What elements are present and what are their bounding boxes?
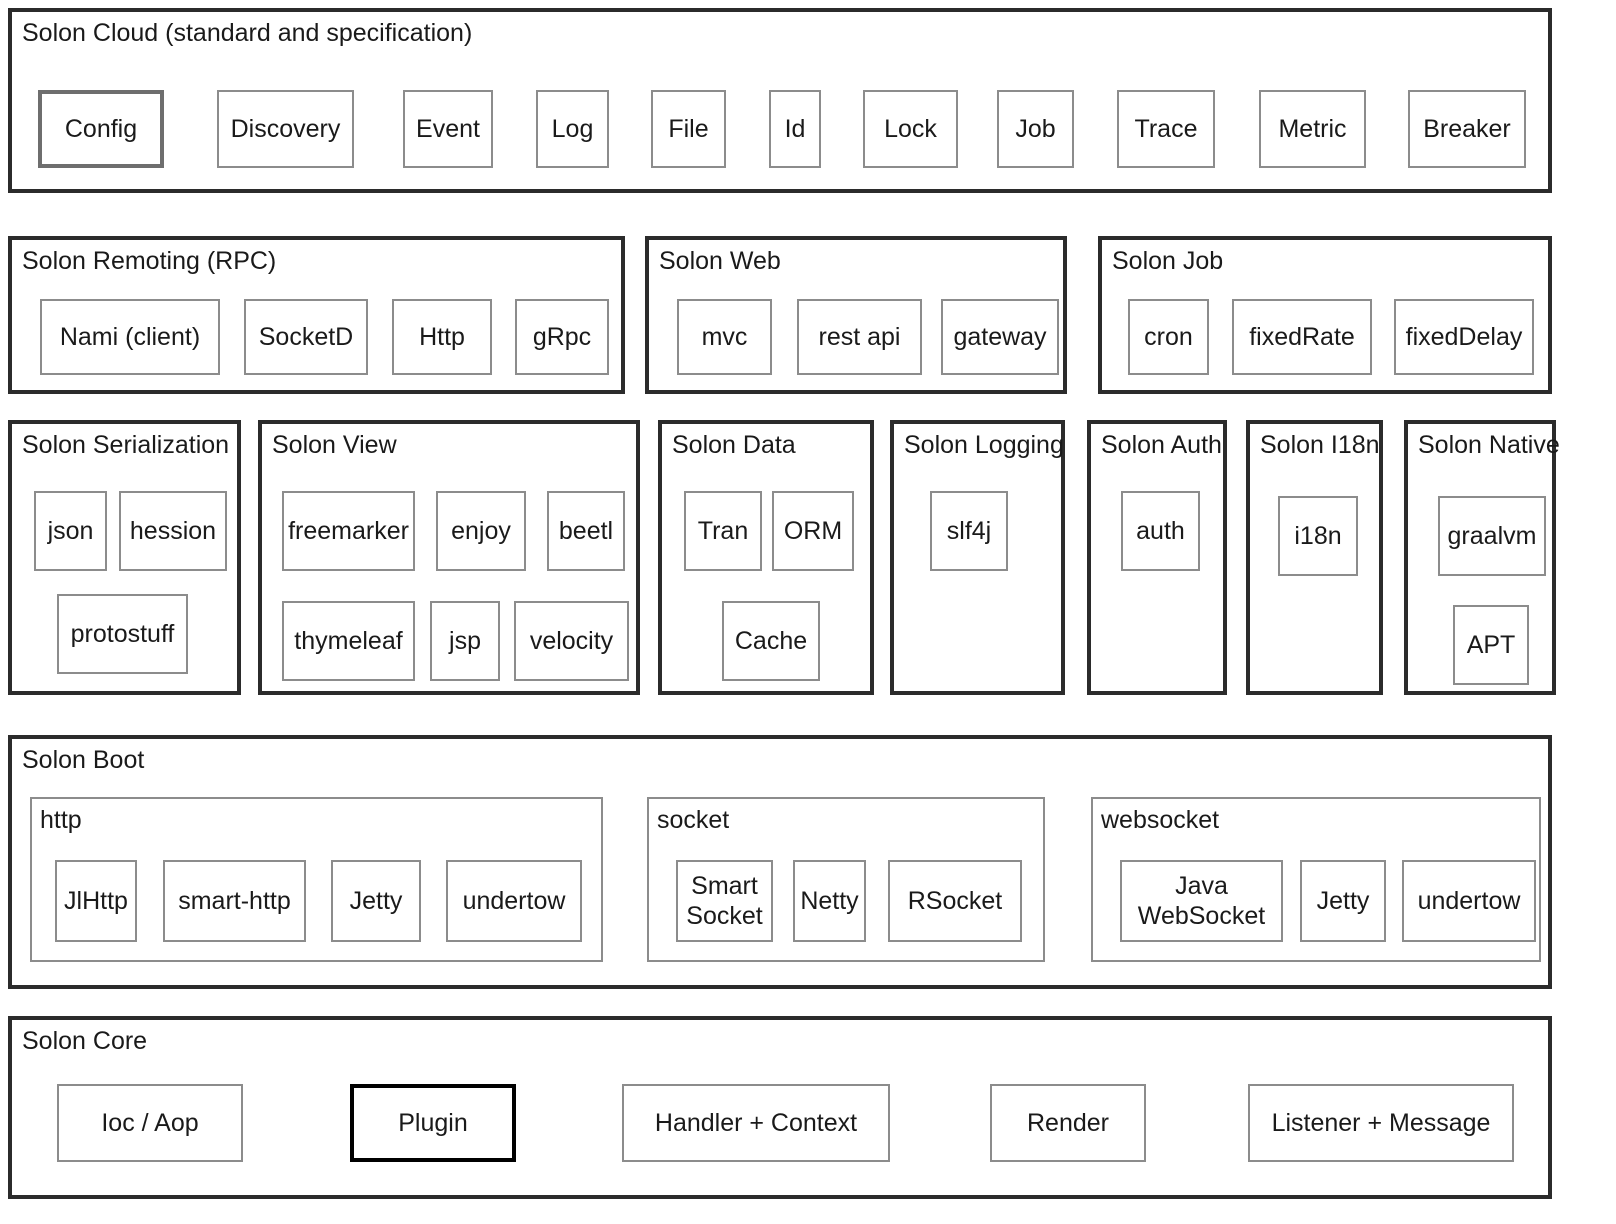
subgroup-title-websocket: websocket [1101,806,1220,834]
node-mvc[interactable]: mvc [677,299,772,375]
node-fixeddelay[interactable]: fixedDelay [1394,299,1534,375]
group-title-solon-boot: Solon Boot [22,746,145,774]
group-solon-boot: Solon Boot http JlHttp smart-http Jetty … [8,735,1552,989]
group-title-solon-core: Solon Core [22,1027,148,1055]
subgroup-socket: socket Smart Socket Netty RSocket [647,797,1045,962]
group-solon-remoting: Solon Remoting (RPC) Nami (client) Socke… [8,236,625,394]
group-title-solon-job: Solon Job [1112,247,1224,275]
node-fixedrate[interactable]: fixedRate [1232,299,1372,375]
subgroup-http: http JlHttp smart-http Jetty undertow [30,797,603,962]
node-netty[interactable]: Netty [793,860,866,942]
node-listener-message[interactable]: Listener + Message [1248,1084,1514,1162]
node-velocity[interactable]: velocity [514,601,629,681]
group-title-solon-auth: Solon Auth [1101,431,1222,459]
group-title-solon-serialization: Solon Serialization [22,431,230,459]
node-file[interactable]: File [651,90,726,168]
node-discovery[interactable]: Discovery [217,90,354,168]
group-solon-view: Solon View freemarker enjoy beetl thymel… [258,420,640,695]
node-handler-context[interactable]: Handler + Context [622,1084,890,1162]
node-cache[interactable]: Cache [722,601,820,681]
node-orm[interactable]: ORM [772,491,854,571]
node-freemarker[interactable]: freemarker [282,491,415,571]
node-hession[interactable]: hession [119,491,227,571]
node-nami-client[interactable]: Nami (client) [40,299,220,375]
node-job[interactable]: Job [997,90,1074,168]
node-beetl[interactable]: beetl [547,491,625,571]
node-socketd[interactable]: SocketD [244,299,368,375]
node-java-websocket[interactable]: Java WebSocket [1120,860,1283,942]
node-undertow-http[interactable]: undertow [446,860,582,942]
node-event[interactable]: Event [403,90,493,168]
node-rsocket[interactable]: RSocket [888,860,1022,942]
node-config[interactable]: Config [38,90,164,168]
node-jlhttp[interactable]: JlHttp [55,860,137,942]
group-solon-native: Solon Native graalvm APT [1404,420,1560,695]
node-thymeleaf[interactable]: thymeleaf [282,601,415,681]
node-graalvm[interactable]: graalvm [1438,496,1546,576]
subgroup-title-http: http [40,806,82,834]
node-smart-socket[interactable]: Smart Socket [676,860,773,942]
group-solon-i18n: Solon I18n i18n [1246,420,1383,695]
group-solon-data: Solon Data Tran ORM Cache [658,420,874,695]
node-smart-http[interactable]: smart-http [163,860,306,942]
node-protostuff[interactable]: protostuff [57,594,188,674]
node-cron[interactable]: cron [1128,299,1209,375]
node-metric[interactable]: Metric [1259,90,1366,168]
group-solon-web: Solon Web mvc rest api gateway [645,236,1067,394]
node-lock[interactable]: Lock [863,90,958,168]
node-json[interactable]: json [34,491,107,571]
node-apt[interactable]: APT [1453,605,1529,685]
node-slf4j[interactable]: slf4j [930,491,1008,571]
node-render[interactable]: Render [990,1084,1146,1162]
group-solon-logging: Solon Logging slf4j [890,420,1065,695]
node-undertow-websocket[interactable]: undertow [1402,860,1536,942]
node-plugin[interactable]: Plugin [350,1084,516,1162]
group-solon-cloud: Solon Cloud (standard and specification)… [8,8,1552,193]
subgroup-websocket: websocket Java WebSocket Jetty undertow [1091,797,1541,962]
group-title-solon-cloud: Solon Cloud (standard and specification) [22,19,473,47]
node-i18n[interactable]: i18n [1278,496,1358,576]
node-breaker[interactable]: Breaker [1408,90,1526,168]
node-jetty-websocket[interactable]: Jetty [1300,860,1386,942]
group-solon-auth: Solon Auth auth [1087,420,1227,695]
node-log[interactable]: Log [536,90,609,168]
node-rest-api[interactable]: rest api [797,299,922,375]
node-trace[interactable]: Trace [1117,90,1215,168]
group-solon-job: Solon Job cron fixedRate fixedDelay [1098,236,1552,394]
group-solon-core: Solon Core Ioc / Aop Plugin Handler + Co… [8,1016,1552,1199]
node-grpc[interactable]: gRpc [515,299,609,375]
group-title-solon-view: Solon View [272,431,397,459]
group-title-solon-web: Solon Web [659,247,781,275]
architecture-diagram: Solon Cloud (standard and specification)… [0,0,1616,1224]
group-title-solon-logging: Solon Logging [904,431,1064,459]
node-id[interactable]: Id [769,90,821,168]
group-title-solon-remoting: Solon Remoting (RPC) [22,247,277,275]
node-jsp[interactable]: jsp [430,601,500,681]
node-ioc-aop[interactable]: Ioc / Aop [57,1084,243,1162]
group-title-solon-native: Solon Native [1418,431,1560,459]
node-http[interactable]: Http [392,299,492,375]
node-jetty-http[interactable]: Jetty [331,860,421,942]
group-title-solon-i18n: Solon I18n [1260,431,1380,459]
subgroup-title-socket: socket [657,806,730,834]
node-gateway[interactable]: gateway [941,299,1059,375]
node-tran[interactable]: Tran [684,491,762,571]
node-enjoy[interactable]: enjoy [436,491,526,571]
node-auth[interactable]: auth [1121,491,1200,571]
group-solon-serialization: Solon Serialization json hession protost… [8,420,241,695]
group-title-solon-data: Solon Data [672,431,796,459]
